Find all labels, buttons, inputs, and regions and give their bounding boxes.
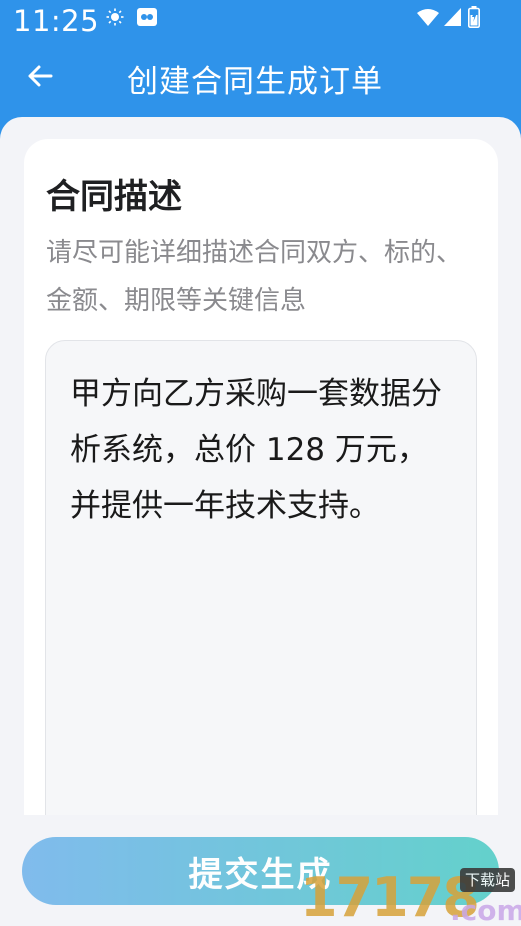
status-time: 11:25 [13,4,100,38]
page-title: 创建合同生成订单 [127,64,383,100]
app-bar: 创建合同生成订单 [0,46,521,108]
back-button[interactable] [20,58,60,94]
submit-button[interactable]: 提交生成 [22,837,499,905]
cell-signal-icon [444,8,461,26]
section-hint: 请尽可能详细描述合同双方、标的、金额、期限等关键信息 [46,238,463,316]
bottom-action-bar: 提交生成 [0,815,521,926]
brightness-icon [106,8,124,26]
contract-description-input[interactable]: 甲方向乙方采购一套数据分析系统，总价 128 万元，并提供一年技术支持。 [45,340,477,860]
status-bar: 11:25 [0,0,521,46]
battery-icon [468,6,480,28]
app-notification-icon [137,8,157,26]
section-title: 合同描述 [46,177,182,217]
arrow-left-icon [28,65,53,87]
contract-description-card: 合同描述 请尽可能详细描述合同双方、标的、金额、期限等关键信息 甲方向乙方采购一… [24,139,498,860]
content-sheet: 合同描述 请尽可能详细描述合同双方、标的、金额、期限等关键信息 甲方向乙方采购一… [0,117,521,926]
wifi-icon [417,9,439,26]
